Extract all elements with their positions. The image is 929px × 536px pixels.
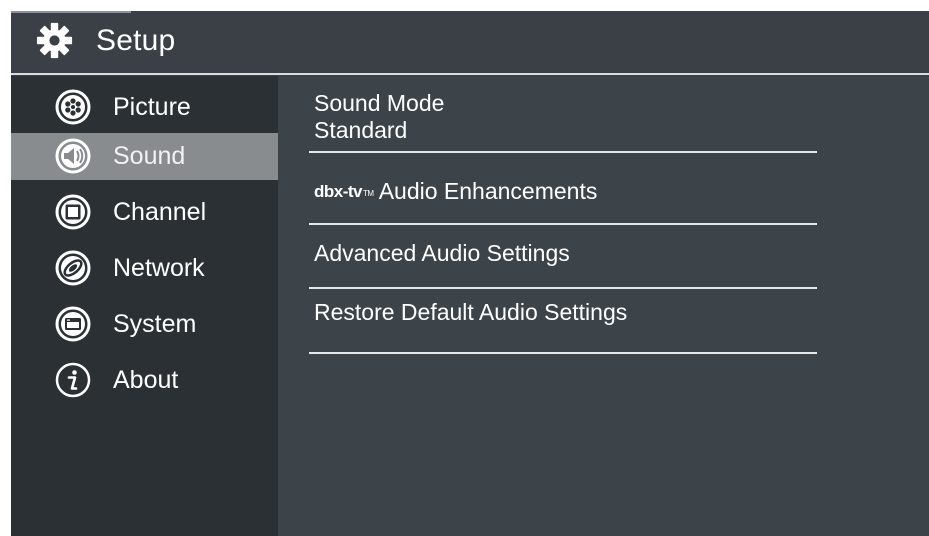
sound-settings-panel: Sound Mode Standard dbx-tvTM Audio Enhan…: [278, 76, 929, 536]
advanced-audio-settings-option[interactable]: Advanced Audio Settings: [314, 240, 834, 267]
restore-default-audio-option[interactable]: Restore Default Audio Settings: [314, 299, 834, 326]
option-label: Audio Enhancements: [378, 178, 598, 204]
sidebar-item-system[interactable]: System: [11, 301, 278, 348]
sidebar-item-about[interactable]: About: [11, 357, 278, 404]
divider: [309, 151, 817, 153]
divider: [309, 352, 817, 354]
divider: [309, 223, 817, 225]
option-label: Advanced Audio Settings: [314, 240, 570, 266]
sidebar-item-network[interactable]: Network: [11, 245, 278, 292]
title-accent-line: [11, 11, 131, 13]
system-icon: [55, 306, 91, 342]
sidebar-item-label: About: [113, 366, 179, 394]
sidebar-item-channel[interactable]: Channel: [11, 189, 278, 236]
title-divider: [11, 73, 929, 75]
page-title: Setup: [96, 24, 176, 57]
option-label: Restore Default Audio Settings: [314, 299, 628, 325]
option-value: Standard: [314, 117, 408, 143]
sidebar-item-picture[interactable]: Picture: [11, 84, 278, 131]
tv-screen: Setup Picture Sound Channel Network Syst…: [11, 11, 929, 536]
gear-icon: [36, 22, 73, 59]
sidebar-item-label: System: [113, 310, 197, 338]
channel-icon: [55, 194, 91, 230]
sidebar-item-label: Picture: [113, 93, 191, 121]
option-label: Sound Mode: [314, 90, 445, 116]
divider: [309, 287, 817, 289]
sidebar-item-sound[interactable]: Sound: [11, 133, 278, 180]
dbx-tv-logo: dbx-tvTM: [314, 182, 374, 201]
sidebar-item-label: Network: [113, 254, 205, 282]
title-bar: Setup: [11, 11, 929, 73]
sidebar-menu: Picture Sound Channel Network System Abo…: [11, 76, 278, 536]
network-icon: [55, 250, 91, 286]
info-icon: [55, 362, 91, 398]
sidebar-item-label: Channel: [113, 198, 207, 226]
speaker-icon: [55, 138, 91, 174]
audio-enhancements-option[interactable]: dbx-tvTM Audio Enhancements: [314, 178, 834, 207]
sidebar-item-label: Sound: [113, 142, 186, 170]
picture-icon: [55, 89, 91, 125]
sound-mode-option[interactable]: Sound Mode Standard: [314, 90, 834, 144]
